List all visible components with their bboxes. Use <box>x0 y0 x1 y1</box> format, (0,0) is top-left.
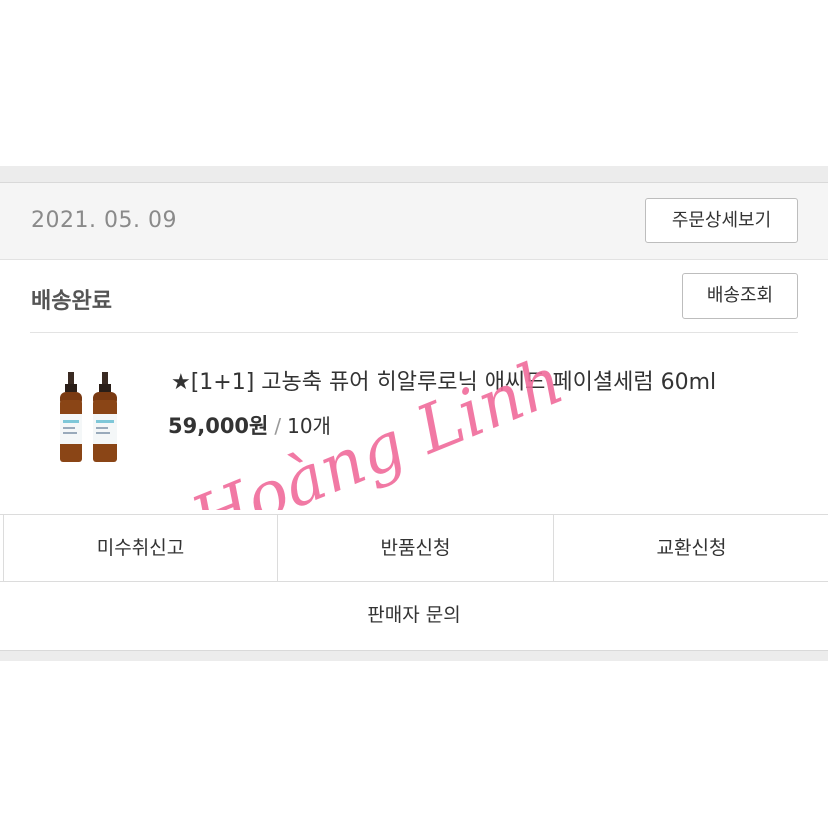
order-detail-button[interactable]: 주문상세보기 <box>645 198 798 243</box>
product-quantity: 10개 <box>287 414 331 438</box>
seller-inquiry-button[interactable]: 판매자 문의 <box>0 582 828 649</box>
product-name[interactable]: ★[1+1] 고농축 퓨어 히알루로닉 애씨드 페이셜세럼 60ml <box>171 364 716 396</box>
section-separator <box>0 166 828 182</box>
delivery-status: 배송완료 <box>31 289 112 314</box>
product-thumbnail[interactable] <box>56 372 128 470</box>
price-separator: / <box>274 414 282 438</box>
order-date: 2021. 05. 09 <box>31 208 177 233</box>
return-request-button[interactable]: 반품신청 <box>277 515 553 581</box>
report-not-received-button[interactable]: 미수취신고 <box>3 515 277 581</box>
serum-bottle-icon <box>93 372 117 462</box>
divider <box>30 332 798 333</box>
exchange-request-button[interactable]: 교환신청 <box>553 515 828 581</box>
product-price-line: 59,000원/10개 <box>168 410 331 440</box>
section-separator <box>0 650 828 661</box>
track-delivery-button[interactable]: 배송조회 <box>682 273 798 319</box>
product-price: 59,000원 <box>168 414 269 438</box>
serum-bottle-icon <box>60 372 82 462</box>
